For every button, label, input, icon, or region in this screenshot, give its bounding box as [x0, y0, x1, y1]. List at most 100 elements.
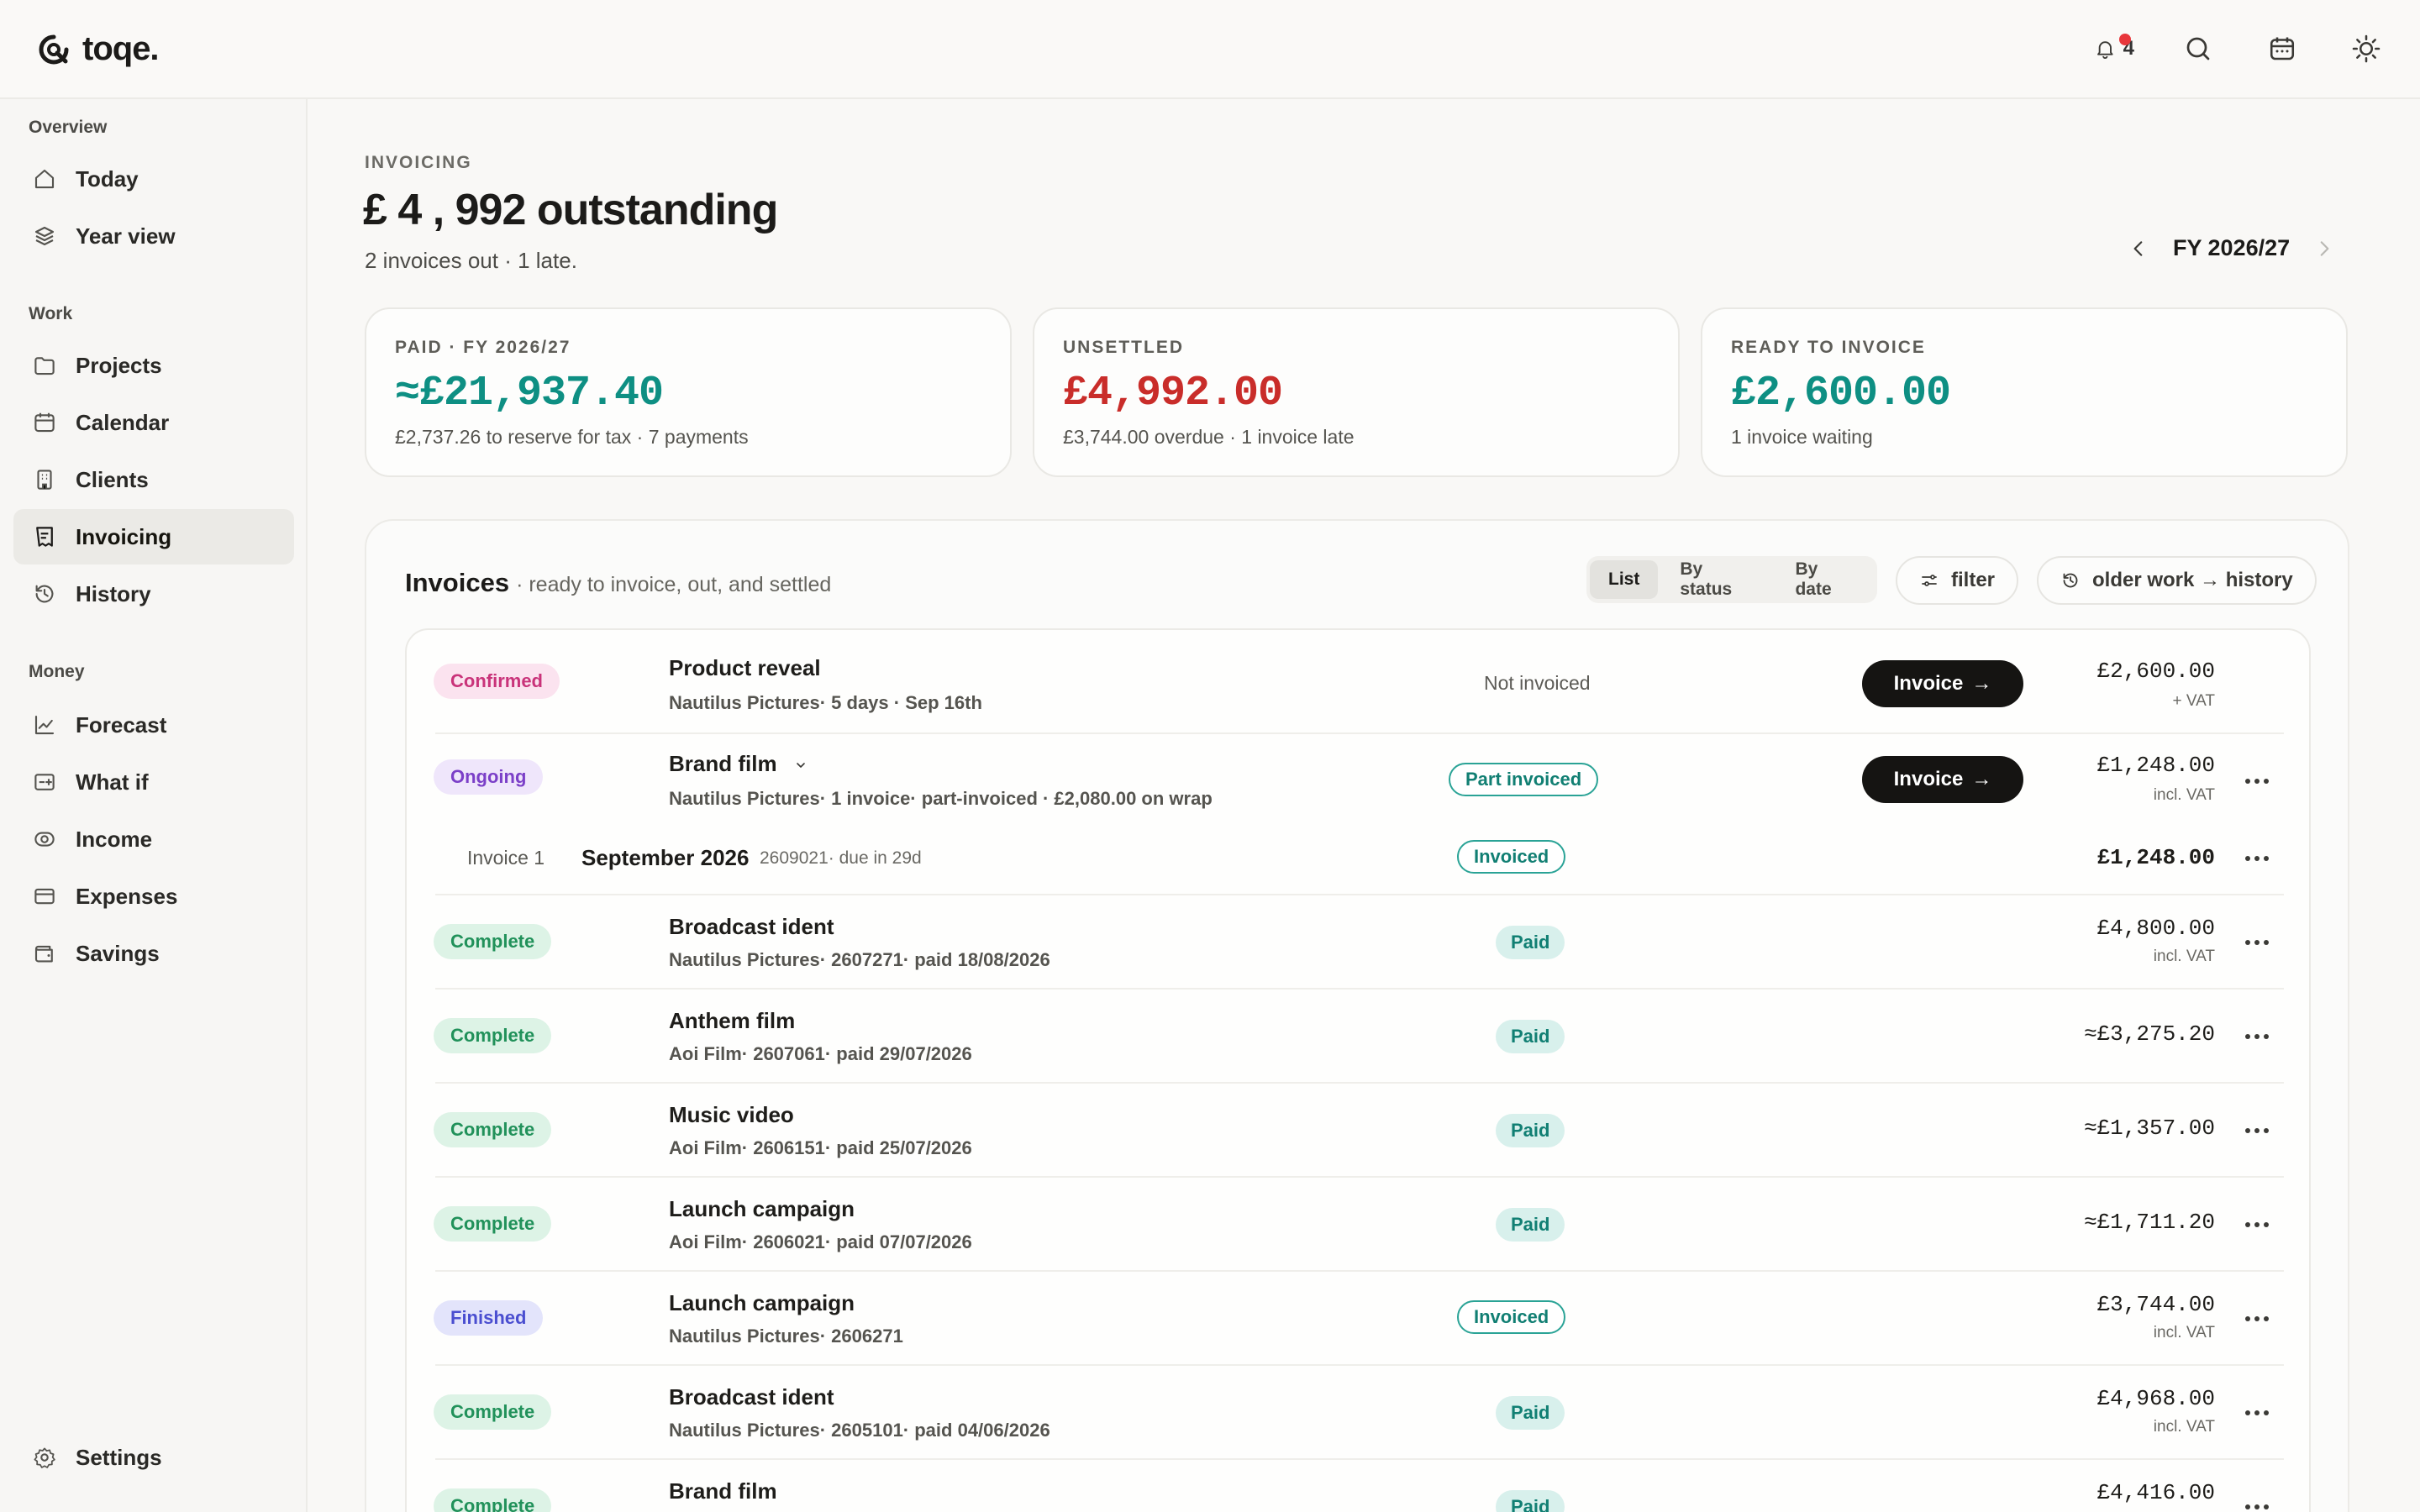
sidebar-item-today[interactable]: Today [13, 151, 294, 207]
invoices-title: Invoices [405, 568, 510, 597]
invoices-description: · ready to invoice, out, and settled [516, 573, 832, 596]
stat-card-paid[interactable]: PAID · FY 2026/27 ≈£21,937.40 £2,737.26 … [365, 307, 1012, 477]
filter-label: filter [1951, 569, 1996, 591]
sidebar-item-projects[interactable]: Projects [13, 338, 294, 393]
sidebar-item-calendar[interactable]: Calendar [13, 395, 294, 450]
table-row[interactable]: Confirmed Product reveal Nautilus Pictur… [407, 630, 2312, 734]
row-subtitle: Nautilus Pictures· 1 invoice· part-invoi… [669, 788, 1213, 809]
row-amount: £4,968.00 [2096, 1386, 2215, 1411]
sidebar-item-label: Settings [76, 1444, 162, 1470]
row-subtitle: Aoi Film· 2606151· paid 25/07/2026 [669, 1137, 972, 1158]
invoice-button-label: Invoice [1893, 672, 1964, 695]
sidebar: Overview Today Year view Work Projects C… [0, 99, 308, 1512]
invoice-button-label: Invoice [1893, 768, 1964, 790]
scenario-icon [34, 774, 55, 790]
row-amount: ≈£3,275.20 [2083, 1021, 2215, 1047]
row-amount: £2,600.00 [2096, 659, 2215, 684]
row-amount: £3,744.00 [2096, 1292, 2215, 1317]
status-badge: Confirmed [434, 664, 560, 699]
gear-icon [34, 1447, 55, 1468]
status-badge: Complete [434, 1206, 552, 1242]
sidebar-item-history[interactable]: History [13, 566, 294, 622]
stat-label: PAID · FY 2026/27 [395, 338, 571, 357]
notifications-button[interactable]: 4 [2094, 25, 2134, 72]
nav-group-money: Money [29, 662, 85, 681]
invoices-panel: Invoices · ready to invoice, out, and se… [365, 519, 2349, 1512]
view-list-tab[interactable]: List [1590, 560, 1659, 599]
stat-card-unsettled[interactable]: UNSETTLED £4,992.00 £3,744.00 overdue · … [1033, 307, 1680, 477]
sidebar-item-what-if[interactable]: What if [13, 754, 294, 810]
history-link-button[interactable]: older work → history [2037, 556, 2317, 605]
more-options-button[interactable] [2240, 771, 2274, 791]
view-by-status-tab[interactable]: By status [1661, 559, 1773, 599]
row-title: Launch campaign [669, 1196, 855, 1221]
sidebar-item-clients[interactable]: Clients [13, 452, 294, 507]
invoice-state: Paid [1496, 926, 1565, 959]
coins-icon [34, 832, 55, 847]
stat-card-ready[interactable]: READY TO INVOICE £2,600.00 1 invoice wai… [1701, 307, 2348, 477]
more-options-button[interactable] [2240, 1121, 2274, 1141]
table-row[interactable]: Complete Music video Aoi Film· 2606151· … [407, 1084, 2312, 1178]
sidebar-item-forecast[interactable]: Forecast [13, 697, 294, 753]
status-badge: Complete [434, 924, 552, 959]
sidebar-item-label: Year view [76, 223, 176, 249]
sidebar-item-settings[interactable]: Settings [13, 1430, 294, 1485]
invoice-button[interactable]: Invoice → [1862, 756, 2023, 803]
arrow-right-icon: → [1971, 768, 1992, 790]
theme-toggle-button[interactable] [2346, 25, 2386, 72]
invoice-button[interactable]: Invoice → [1862, 660, 2023, 707]
sliders-icon [1922, 575, 1937, 586]
sidebar-item-year-view[interactable]: Year view [13, 208, 294, 264]
stat-label: UNSETTLED [1063, 338, 1184, 357]
sidebar-item-income[interactable]: Income [13, 811, 294, 867]
invoice-state: Not invoiced [1484, 672, 1591, 694]
more-options-button[interactable] [2240, 1026, 2274, 1047]
status-badge: Complete [434, 1394, 552, 1430]
table-row[interactable]: Complete Broadcast ident Nautilus Pictur… [407, 895, 2312, 990]
row-amount-note: incl. VAT [2153, 786, 2215, 804]
building-icon [37, 470, 52, 490]
chevron-left-icon[interactable] [2128, 238, 2149, 260]
row-amount: ≈£1,357.00 [2083, 1116, 2215, 1141]
more-options-button[interactable] [2240, 1403, 2274, 1423]
table-row[interactable]: Complete Launch campaign Aoi Film· 26060… [407, 1178, 2312, 1272]
table-row[interactable]: Ongoing Brand film Nautilus Pictures· 1 … [407, 734, 2312, 828]
sidebar-item-invoicing[interactable]: Invoicing [13, 509, 294, 564]
search-button[interactable] [2178, 25, 2218, 72]
status-badge: Complete [434, 1018, 552, 1053]
more-options-button[interactable] [2240, 932, 2274, 953]
row-amount-note: + VAT [2172, 692, 2215, 710]
history-icon [2063, 573, 2078, 588]
sub-invoice-row[interactable]: Invoice 1 September 2026 2609021· due in… [407, 828, 2312, 895]
search-icon [2186, 37, 2210, 60]
notification-dot [2119, 34, 2131, 45]
sidebar-item-savings[interactable]: Savings [13, 926, 294, 981]
stat-sub: £2,737.26 to reserve for tax · 7 payment… [395, 426, 749, 448]
view-by-date-tab[interactable]: By date [1776, 559, 1874, 599]
calendar-button[interactable] [2262, 25, 2302, 72]
table-row[interactable]: Finished Launch campaign Nautilus Pictur… [407, 1272, 2312, 1366]
row-subtitle: Nautilus Pictures· 2607271· paid 18/08/2… [669, 949, 1050, 970]
top-bar: toqe. 4 [0, 0, 2420, 99]
row-title-text: Brand film [669, 751, 777, 776]
sub-invoice-label: Invoice 1 [467, 847, 545, 869]
row-title[interactable]: Brand film [669, 751, 808, 777]
sidebar-item-label: Forecast [76, 711, 167, 738]
more-options-button[interactable] [2240, 1497, 2274, 1512]
table-row[interactable]: Complete Brand film Paid £4,416.00 [407, 1460, 2312, 1512]
table-row[interactable]: Complete Broadcast ident Nautilus Pictur… [407, 1366, 2312, 1460]
sidebar-item-label: Income [76, 826, 153, 852]
more-options-button[interactable] [2240, 1215, 2274, 1235]
row-title: Music video [669, 1102, 794, 1127]
filter-button[interactable]: filter [1896, 556, 2019, 605]
table-row[interactable]: Complete Anthem film Aoi Film· 2607061· … [407, 990, 2312, 1084]
history-link-label: older work → history [2092, 569, 2293, 591]
sidebar-item-expenses[interactable]: Expenses [13, 869, 294, 924]
chevron-right-icon[interactable] [2313, 238, 2335, 260]
row-amount: £4,416.00 [2096, 1480, 2215, 1505]
row-subtitle: Nautilus Pictures· 2605101· paid 04/06/2… [669, 1420, 1050, 1441]
row-title: Broadcast ident [669, 1384, 834, 1410]
app-logo[interactable]: toqe. [37, 30, 160, 68]
more-options-button[interactable] [2240, 848, 2274, 869]
more-options-button[interactable] [2240, 1309, 2274, 1329]
